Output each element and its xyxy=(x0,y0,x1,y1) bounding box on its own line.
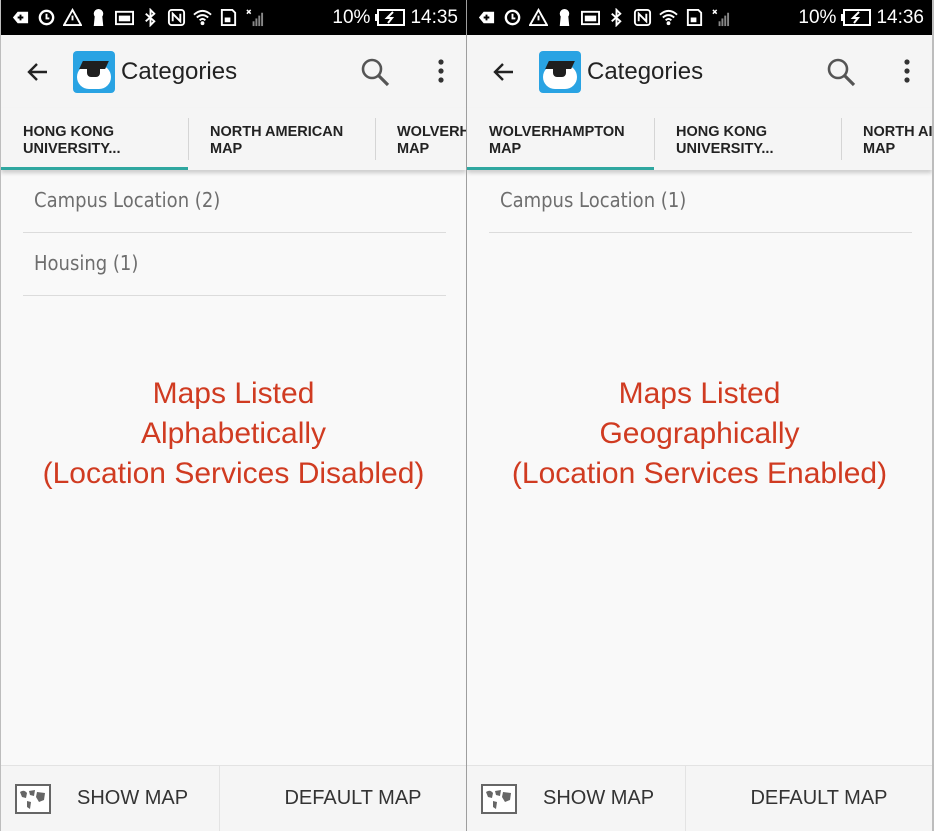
category-item-campus-location[interactable]: Campus Location (1) xyxy=(489,170,912,233)
tab-label-line2: UNIVERSITY... xyxy=(23,141,121,157)
sync-icon xyxy=(504,9,521,26)
sd-card-icon xyxy=(686,8,703,27)
bluetooth-icon xyxy=(611,8,622,27)
keyhole-icon xyxy=(93,8,104,27)
annotation-line2: Alphabetically xyxy=(140,417,327,450)
sd-card-icon xyxy=(220,8,237,27)
screen-right: 10% 14:36 Categories WOLVERHAMPTON MAP H… xyxy=(467,0,932,831)
page-title: Categories xyxy=(587,57,704,85)
annotation-line2: Geographically xyxy=(599,417,800,450)
default-map-button[interactable]: DEFAULT MAP xyxy=(686,766,932,831)
default-map-label: DEFAULT MAP xyxy=(284,787,422,809)
search-icon[interactable] xyxy=(826,57,856,87)
search-icon[interactable] xyxy=(360,57,390,87)
signal-icon xyxy=(246,9,264,27)
image-icon xyxy=(581,10,600,26)
bottom-bar: SHOW MAP DEFAULT MAP xyxy=(1,765,466,831)
tab-label-line1: WOLVERH xyxy=(397,124,466,140)
app-logo-icon xyxy=(73,50,115,93)
wifi-icon xyxy=(193,9,212,26)
battery-charging-icon xyxy=(841,9,872,26)
screen-left: 10% 14:35 Categories HONG KONG UNIVERSIT… xyxy=(1,0,466,831)
show-map-button[interactable]: SHOW MAP xyxy=(1,766,220,831)
overflow-menu-icon[interactable] xyxy=(904,58,910,84)
keyhole-icon xyxy=(559,8,570,27)
show-map-label: SHOW MAP xyxy=(543,787,655,809)
tab-label-line2: MAP xyxy=(863,141,896,157)
battery-charging-icon xyxy=(375,9,406,26)
nfc-icon xyxy=(633,8,652,27)
battery-percent: 10% xyxy=(332,6,371,28)
category-item-housing[interactable]: Housing (1) xyxy=(23,233,446,296)
battery-percent: 10% xyxy=(798,6,837,28)
notification-icon xyxy=(12,11,29,24)
page-title: Categories xyxy=(121,57,238,85)
signal-icon xyxy=(712,9,730,27)
default-map-label: DEFAULT MAP xyxy=(750,787,888,809)
image-icon xyxy=(115,10,134,26)
tab-hong-kong-university[interactable]: HONG KONG UNIVERSITY... xyxy=(1,108,188,170)
tab-label-line1: HONG KONG xyxy=(676,124,768,140)
tab-label-line2: UNIVERSITY... xyxy=(676,141,774,157)
tab-north-american-map[interactable]: NORTH AMERICAN MAP xyxy=(188,108,375,170)
status-bar: 10% 14:35 xyxy=(1,0,466,35)
tab-label-line2: MAP xyxy=(397,141,430,157)
clock: 14:36 xyxy=(876,6,924,28)
tab-hong-kong-university[interactable]: HONG KONG UNIVERSITY... xyxy=(654,108,841,170)
tab-wolverhampton-map[interactable]: WOLVERH MAP xyxy=(375,108,466,170)
clock: 14:35 xyxy=(410,6,458,28)
annotation-line3: (Location Services Enabled) xyxy=(511,457,888,490)
overflow-menu-icon[interactable] xyxy=(438,58,444,84)
comparison-frame: 10% 14:35 Categories HONG KONG UNIVERSIT… xyxy=(0,0,934,831)
tab-label-line1: HONG KONG xyxy=(23,124,115,140)
annotation-line1: Maps Listed xyxy=(152,377,315,410)
map-tabs: HONG KONG UNIVERSITY... NORTH AMERICAN M… xyxy=(1,108,466,170)
tab-label-line2: MAP xyxy=(210,141,243,157)
tab-north-american-map[interactable]: NORTH AI MAP xyxy=(841,108,932,170)
default-map-button[interactable]: DEFAULT MAP xyxy=(220,766,466,831)
wifi-icon xyxy=(659,9,678,26)
warning-icon xyxy=(529,8,548,27)
category-list: Campus Location (2) Housing (1) xyxy=(1,170,466,296)
annotation-text: Maps Listed Geographically (Location Ser… xyxy=(467,374,932,494)
back-arrow-icon[interactable] xyxy=(491,59,517,85)
warning-icon xyxy=(63,8,82,27)
tab-label-line2: MAP xyxy=(489,141,522,157)
show-map-label: SHOW MAP xyxy=(77,787,189,809)
category-list: Campus Location (1) xyxy=(467,170,932,233)
world-map-icon xyxy=(15,783,51,814)
tab-wolverhampton-map[interactable]: WOLVERHAMPTON MAP xyxy=(467,108,654,170)
status-bar: 10% 14:36 xyxy=(467,0,932,35)
app-bar: Categories xyxy=(1,35,466,108)
notification-icon xyxy=(478,11,495,24)
nfc-icon xyxy=(167,8,186,27)
bluetooth-icon xyxy=(145,8,156,27)
annotation-text: Maps Listed Alphabetically (Location Ser… xyxy=(1,374,466,494)
show-map-button[interactable]: SHOW MAP xyxy=(467,766,686,831)
tab-label-line1: WOLVERHAMPTON xyxy=(489,124,625,140)
tab-label-line1: NORTH AI xyxy=(863,124,932,140)
annotation-line1: Maps Listed xyxy=(618,377,781,410)
app-bar: Categories xyxy=(467,35,932,108)
world-map-icon xyxy=(481,783,517,814)
app-logo-icon xyxy=(539,50,581,93)
bottom-bar: SHOW MAP DEFAULT MAP xyxy=(467,765,932,831)
back-arrow-icon[interactable] xyxy=(25,59,51,85)
tab-label-line1: NORTH AMERICAN xyxy=(210,124,344,140)
map-tabs: WOLVERHAMPTON MAP HONG KONG UNIVERSITY..… xyxy=(467,108,932,170)
annotation-line3: (Location Services Disabled) xyxy=(42,457,425,490)
category-item-campus-location[interactable]: Campus Location (2) xyxy=(23,170,446,233)
sync-icon xyxy=(38,9,55,26)
